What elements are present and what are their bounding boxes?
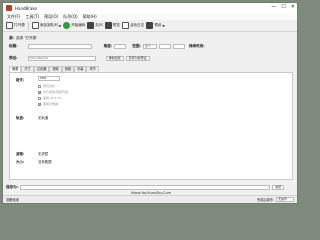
source-value: 选择 '打开源' bbox=[16, 36, 38, 40]
queue-button[interactable]: 队列 bbox=[87, 22, 103, 29]
angle-label: 角度: bbox=[103, 44, 113, 48]
passthru-metadata-label: 保留元数据 bbox=[43, 102, 59, 106]
align-av-label: 对齐音频/视频开始 bbox=[43, 90, 69, 94]
menu-help[interactable]: 帮助(H) bbox=[83, 14, 97, 20]
range-start-select[interactable] bbox=[158, 44, 171, 49]
size-value: 没有数据 bbox=[38, 160, 52, 164]
preview-icon bbox=[104, 22, 112, 29]
save-as-input[interactable] bbox=[20, 184, 271, 190]
presets-label: 预设 bbox=[154, 23, 162, 27]
add-queue-icon bbox=[31, 22, 39, 29]
range-select[interactable]: 章节 bbox=[142, 44, 157, 49]
preset-label: 预设: bbox=[9, 56, 18, 60]
align-av-checkbox[interactable]: 对齐音频/视频开始 bbox=[38, 90, 69, 95]
menu-tools[interactable]: 工具(T) bbox=[25, 14, 39, 20]
add-queue-label: 添加到队列 bbox=[39, 23, 58, 27]
play-icon bbox=[63, 22, 71, 29]
window-title: HandBrake bbox=[15, 5, 38, 11]
format-label: 格式: bbox=[16, 78, 25, 82]
checkbox-box bbox=[38, 96, 41, 100]
title-label: 标题: bbox=[9, 44, 18, 48]
passthru-metadata-checkbox[interactable]: 保留元数据 bbox=[38, 102, 59, 107]
presets-button[interactable]: 预设 ▼ bbox=[146, 22, 165, 29]
checkbox-box bbox=[38, 102, 41, 107]
start-encode-button[interactable]: 开始编码 bbox=[63, 22, 85, 29]
open-source-button[interactable]: 打开源 bbox=[6, 22, 25, 29]
save-as-label: 保存为: bbox=[6, 184, 19, 189]
title-row: 标题: 角度: 范围: 章节 持续时间: bbox=[9, 44, 205, 49]
activity-log-button[interactable]: 活动日志 bbox=[121, 22, 145, 29]
queue-label: 队列 bbox=[95, 23, 103, 27]
menu-presets[interactable]: 预设(O) bbox=[44, 14, 58, 20]
preview-button[interactable]: 预览 bbox=[104, 22, 120, 29]
browse-button[interactable]: 浏览 bbox=[272, 184, 285, 190]
start-encode-label: 开始编码 bbox=[71, 23, 86, 27]
ipod-checkbox[interactable]: 兼容 iPod 5G bbox=[38, 96, 61, 100]
activity-log-icon bbox=[121, 22, 129, 29]
save-as-row: 保存为: 浏览 bbox=[6, 183, 296, 191]
range-label: 范围: bbox=[132, 44, 141, 48]
menu-file[interactable]: 文件(F) bbox=[7, 14, 20, 20]
menu-queue[interactable]: 队列(Q) bbox=[63, 14, 77, 20]
activity-log-label: 活动日志 bbox=[129, 23, 145, 27]
toolbar: 打开源 添加到队列 ▼ 开始编码 队列 预览 活动日志 预设 ▼ bbox=[3, 20, 297, 32]
queue-icon bbox=[87, 22, 95, 29]
title-select[interactable] bbox=[27, 44, 92, 49]
chevron-down-icon[interactable]: ▼ bbox=[59, 24, 61, 28]
checkbox-box bbox=[38, 90, 41, 95]
minimize-button[interactable]: — bbox=[271, 4, 276, 10]
title-bar: HandBrake — ☐ ✕ bbox=[3, 3, 297, 13]
add-to-queue-button[interactable]: 添加到队列 ▼ bbox=[31, 22, 61, 29]
filters-value: 无滤镜 bbox=[38, 152, 49, 156]
handbrake-logo-icon bbox=[6, 5, 12, 11]
checkbox-box bbox=[38, 84, 41, 88]
maximize-button[interactable]: ☐ bbox=[281, 4, 285, 10]
preset-select[interactable]: Fast 480p30 bbox=[27, 56, 96, 61]
when-done-select[interactable]: 无操作 bbox=[276, 197, 294, 202]
menu-bar: 文件(F) 工具(T) 预设(O) 队列(Q) 帮助(H) bbox=[3, 13, 297, 20]
ipod-label: 兼容 iPod 5G bbox=[43, 96, 62, 100]
reload-preset-button[interactable]: 重新加载 bbox=[105, 56, 124, 61]
source-row: 源: 选择 '打开源' bbox=[9, 36, 37, 41]
tracks-value: 无轨道 bbox=[38, 116, 49, 120]
range-end-select[interactable] bbox=[172, 44, 185, 49]
tracks-label: 轨道: bbox=[16, 116, 25, 120]
open-source-icon bbox=[6, 22, 13, 29]
open-source-label: 打开源 bbox=[14, 23, 25, 27]
preview-label: 预览 bbox=[112, 23, 120, 27]
preset-row: 预设: Fast 480p30 重新加载 另存为新预设 bbox=[9, 56, 150, 61]
presets-icon bbox=[146, 22, 154, 29]
source-label: 源: bbox=[9, 36, 15, 40]
format-select[interactable]: MP4 bbox=[38, 76, 60, 81]
filters-label: 滤镜: bbox=[16, 152, 25, 156]
save-new-preset-button[interactable]: 另存为新预设 bbox=[125, 56, 150, 61]
app-window: HandBrake — ☐ ✕ 文件(F) 工具(T) 预设(O) 队列(Q) … bbox=[2, 2, 298, 204]
duration-label: 持续时间: bbox=[188, 44, 205, 48]
summary-panel: 格式: MP4 网页优化 对齐音频/视频开始 兼容 iPod 5G 保留元数据 … bbox=[9, 72, 293, 180]
web-optimized-checkbox[interactable]: 网页优化 bbox=[38, 84, 55, 88]
web-optimized-label: 网页优化 bbox=[43, 84, 56, 88]
close-button[interactable]: ✕ bbox=[291, 4, 295, 10]
angle-select[interactable] bbox=[114, 44, 127, 49]
toolbar-separator bbox=[27, 21, 29, 30]
when-done-label: 完成后操作: bbox=[256, 198, 274, 202]
status-bar: 准备就绪 完成后操作: 无操作 bbox=[3, 195, 297, 203]
chevron-down-icon[interactable]: ▼ bbox=[162, 24, 164, 28]
status-text: 准备就绪 bbox=[6, 198, 19, 202]
size-label: 大小: bbox=[16, 160, 25, 164]
